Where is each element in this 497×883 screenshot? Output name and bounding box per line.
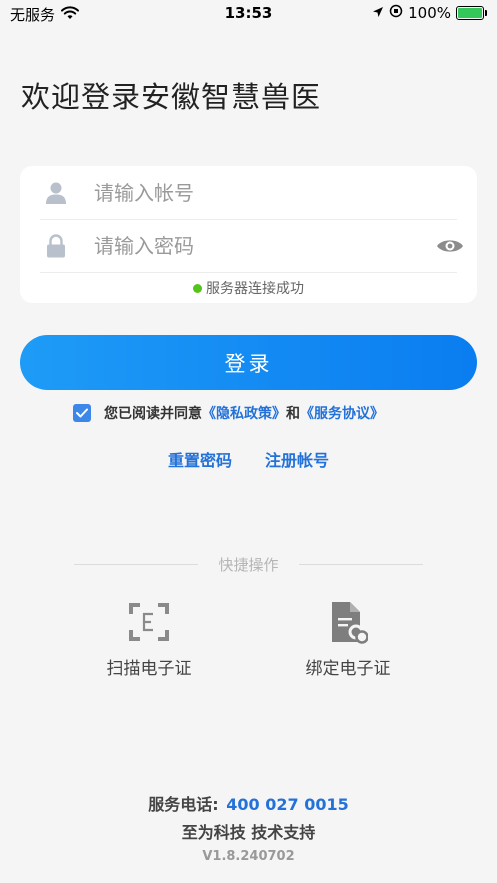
password-input[interactable] [92,233,435,259]
agreement-row: 您已阅读并同意 《隐私政策》 和 《服务协议》 [73,403,384,423]
agreement-and: 和 [286,406,300,422]
page-title: 欢迎登录安徽智慧兽医 [21,80,322,114]
reset-password-link[interactable]: 重置密码 [168,451,232,470]
phone-label: 服务电话: [148,795,219,814]
account-input[interactable] [92,180,457,206]
show-password-eye-icon[interactable] [435,231,465,261]
account-links: 重置密码 注册帐号 [0,447,497,471]
tech-support: 至为科技 技术支持 [181,823,316,842]
quick-actions-divider: 快捷操作 [74,553,423,575]
service-phone: 服务电话: 400 027 0015 [0,791,497,815]
scan-icon [127,600,171,644]
agreement-prefix: 您已阅读并同意 [104,406,202,422]
divider-line-right [299,564,423,565]
status-bar: 无服务 13:53 100% [0,0,497,28]
link-document-icon [326,600,370,644]
scan-certificate-label: 扫描电子证 [106,659,192,679]
bind-certificate-label: 绑定电子证 [305,659,391,679]
user-icon [42,179,70,207]
phone-number-link[interactable]: 400 027 0015 [226,795,348,814]
agree-checkbox[interactable] [73,404,91,422]
login-card: 服务器连接成功 [20,166,477,303]
service-agreement-link[interactable]: 《服务协议》 [300,403,384,423]
server-status-text: 服务器连接成功 [206,281,304,297]
battery-cap [485,10,487,16]
privacy-policy-link[interactable]: 《隐私政策》 [202,403,286,423]
password-field [40,220,463,273]
orientation-lock-icon [389,4,403,22]
server-status: 服务器连接成功 [20,278,477,298]
battery-percent: 100% [408,4,451,22]
battery-icon [456,6,484,20]
account-field [40,167,457,220]
register-link[interactable]: 注册帐号 [265,451,329,470]
login-button[interactable]: 登录 [20,335,477,390]
app-version: V1.8.240702 [202,849,295,864]
location-arrow-icon [372,4,384,22]
bind-certificate-button[interactable]: 绑定电子证 [273,600,423,679]
status-dot-icon [193,283,202,293]
status-right: 100% [372,4,487,22]
scan-certificate-button[interactable]: 扫描电子证 [74,600,224,679]
lock-icon [42,232,70,260]
